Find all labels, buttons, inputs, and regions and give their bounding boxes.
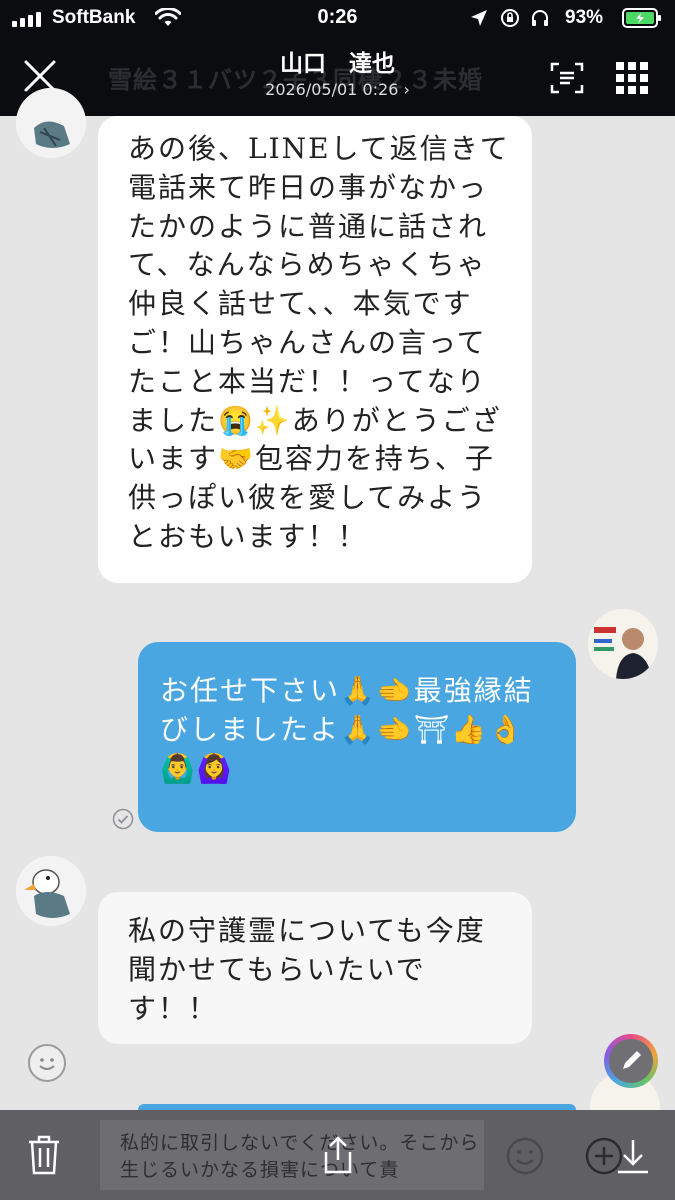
message-text: 私の守護霊についても今度 聞かせてもらいたいで す！！ [128,914,486,1025]
pencil-icon [623,1051,641,1069]
battery-percent: 93% [565,7,604,28]
contact-avatar[interactable] [16,856,86,926]
smile-icon [39,1058,55,1070]
message-bubble-incoming[interactable]: 私の守護霊についても今度 聞かせてもらいたいで す！！ [98,892,532,1044]
disclaimer-notice: 私的に取引しないでください。そこから生じるいかなる損害について責 [100,1120,484,1190]
headphones-icon [532,10,548,26]
message-text: お任せ下さい🙏🫲最強縁結 びしましたよ🙏🫲⛩👍👌 🙆‍♂️🙆‍♀️ [160,674,534,785]
share-icon[interactable] [320,1134,356,1176]
edit-fab[interactable] [604,1034,658,1088]
location-icon [471,10,487,26]
rotation-lock-icon [501,9,519,27]
status-bar: SoftBank 0:26 93% [0,0,675,38]
battery-icon [622,8,661,28]
profile-photo-icon [588,609,658,679]
bird-sticker-icon [16,88,86,158]
contact-avatar[interactable] [16,88,86,158]
emoji-icon[interactable] [505,1136,545,1176]
bird-sticker-icon [16,856,86,926]
menu-grid-icon[interactable] [614,60,650,96]
top-bar: SoftBank 0:26 93% 雪絵３１バツ２子３同棲２３未婚 山口 達也 … [0,0,675,116]
download-icon[interactable] [614,1136,652,1176]
message-bubble-outgoing[interactable]: お任せ下さい🙏🫲最強縁結 びしましたよ🙏🫲⛩👍👌 🙆‍♂️🙆‍♀️ [138,642,576,832]
sticker-button[interactable] [28,1044,66,1082]
sent-check-icon [112,808,134,830]
scan-icon[interactable] [550,62,584,94]
message-bubble-incoming[interactable]: あの後、LINEして返信きて 電話来て昨日の事がなかっ たかのように普通に話され… [98,116,532,583]
message-text: あの後、LINEして返信きて 電話来て昨日の事がなかっ たかのように普通に話され… [128,132,510,553]
my-avatar[interactable] [588,609,658,679]
trash-icon[interactable] [26,1134,62,1176]
